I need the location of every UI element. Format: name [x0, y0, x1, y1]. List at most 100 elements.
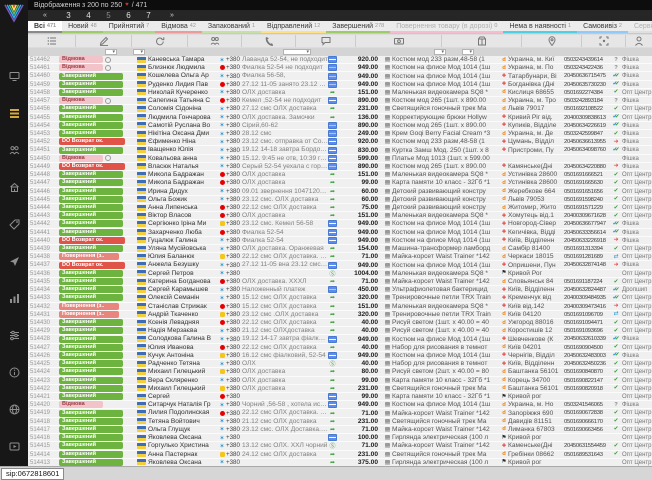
sidebar-item-web[interactable] [9, 404, 20, 415]
order-row[interactable]: 514421 Завершений Сергей +380 99.00 Карт… [28, 393, 652, 401]
sidebar-item-mailing[interactable] [9, 256, 20, 267]
order-row[interactable]: 514448 Завершений Микола Бадражан +380 О… [28, 171, 652, 179]
order-row[interactable]: 514429 Завершений Надія Мерзаєва ✶+380 2… [28, 327, 652, 335]
product-text: Платье Мод 1013 (1шт. x 599.00 [392, 155, 500, 162]
operator-icon [218, 81, 226, 88]
order-row[interactable]: 514417 Завершений Ольга Глущук ✶+380 23.… [28, 426, 652, 434]
order-row[interactable]: 514425 Завершений Радченко Тетяна ✶+380 … [28, 360, 652, 368]
display-range[interactable]: Відображення з 200 по 250 [34, 2, 122, 9]
comment-filter-input[interactable]: ▾ [283, 49, 311, 55]
order-row[interactable]: 514462 Відмова Каневська Тамара ✶+380 Ла… [28, 56, 652, 64]
tab-services[interactable]: Сервіси0 [628, 21, 652, 33]
column-header-client[interactable] [188, 35, 242, 47]
order-row[interactable]: 514461 Відмова Близнюк Людмила +380 Фиал… [28, 64, 652, 72]
country-filter-dropdown[interactable]: ▾ [133, 49, 145, 55]
column-header-phone[interactable] [242, 35, 296, 47]
order-row[interactable]: 514423 Завершений Вера Скляренко ✶+380 О… [28, 377, 652, 385]
sidebar-item-reports[interactable] [9, 293, 20, 304]
order-row[interactable]: 514455 Завершений Людмила Гончарова ✶+38… [28, 114, 652, 122]
tab-accepted[interactable]: Прийнятий7 [103, 21, 156, 33]
column-header-comment[interactable] [296, 35, 356, 47]
order-row[interactable]: 514418 Завершений Тетяна Войтович ✶+380 … [28, 418, 652, 426]
order-row[interactable]: 514451 Завершений Іващенко Юлія ✶+380 19… [28, 146, 652, 154]
order-row[interactable]: 514446 Завершений Ирина Дидух ✶+380 09.0… [28, 188, 652, 196]
tab-new[interactable]: Новий48 [62, 21, 103, 33]
page-button-7[interactable]: 7 [142, 11, 155, 20]
order-row[interactable]: 514453 Завершений Нікітіна Оксана Дми ✶+… [28, 130, 652, 138]
tab-sent[interactable]: Відправлений12 [261, 21, 326, 33]
order-row[interactable]: 514419 Завершений Лилия Подолинская +380… [28, 409, 652, 417]
order-row[interactable]: 514435 Завершений Катерина Богданова +38… [28, 278, 652, 286]
order-row[interactable]: 514416 Завершений Яковлева Оксана ✶+380 … [28, 434, 652, 442]
product-filter-dropdown[interactable]: ▾ [434, 49, 446, 55]
ukraine-flag-icon [137, 303, 146, 309]
order-row[interactable]: 514460 Завершений Кошелева Ольга Ар ✶+38… [28, 72, 652, 80]
tab-all[interactable]: Всі471 [28, 21, 62, 33]
sidebar-item-dashboard[interactable] [9, 71, 20, 82]
order-row[interactable]: 514439 Завершений Уляна Мусійовська ✶+38… [28, 245, 652, 253]
order-row[interactable]: 514437 DO Возврат ок. Анжела Безушку ✶+3… [28, 261, 652, 269]
sidebar-item-orders[interactable] [9, 108, 20, 119]
order-row[interactable]: 514420 Відмова Ситарчук Наталія Гр ✶+380… [28, 401, 652, 409]
sidebar-item-tags[interactable] [9, 219, 20, 230]
last-page-button[interactable]: » [163, 12, 181, 19]
column-header-product[interactable] [442, 35, 522, 47]
order-row[interactable]: 514428 Завершений Солодкова Галина В ✶+3… [28, 335, 652, 343]
column-header-manager[interactable] [626, 35, 652, 47]
order-row[interactable]: 514415 Завершений Горгулько Христина ✶+3… [28, 442, 652, 450]
address-filter-dropdown[interactable]: ▾ [462, 49, 474, 55]
column-header-status[interactable] [28, 35, 76, 47]
order-row[interactable]: 514450 Відмова Ковальова анна ✶+380 15.1… [28, 155, 652, 163]
first-page-button[interactable]: « [36, 12, 54, 19]
sidebar-item-settings[interactable] [9, 330, 20, 341]
order-row[interactable]: 514430 Завершений Ксенія Левадняя +380 2… [28, 319, 652, 327]
column-header-edit[interactable] [76, 35, 132, 47]
order-row[interactable]: 514422 Завершений Михаил Гилецький +380 … [28, 385, 652, 393]
order-row[interactable]: 514432 Повернення (з.. Станіслав Стрижак… [28, 303, 652, 311]
page-button-5[interactable]: 5 [102, 11, 115, 20]
column-header-refresh[interactable] [132, 35, 188, 47]
tab-return-in-transit[interactable]: Повернення товару (в дорозі)0 [390, 21, 503, 33]
order-row[interactable]: 514440 DO Возврат ок. Гуцалюк Галина ✶+3… [28, 237, 652, 245]
order-row[interactable]: 514427 Завершений Юлия Иванова +380 22.1… [28, 344, 652, 352]
order-row[interactable]: 514426 Завершений Кучук Антоніна +380 16… [28, 352, 652, 360]
order-row[interactable]: 514445 Завершений Ольга Божик ✶+380 23.1… [28, 196, 652, 204]
order-row[interactable]: 514441 Завершений Захарченко Люба +380 Ф… [28, 229, 652, 237]
order-row[interactable]: 514454 Завершений Самотій Руслана Во ✶+3… [28, 122, 652, 130]
order-row[interactable]: 514434 Завершений Сергей Карамышев ✶+380… [28, 286, 652, 294]
tab-packed[interactable]: Запакований1 [202, 21, 261, 33]
status-filter-dropdown[interactable]: ▾ [105, 49, 117, 55]
tab-completed[interactable]: Завершений278 [326, 21, 390, 33]
order-row[interactable]: 514424 Завершений Михаил Гилецький +380 … [28, 368, 652, 376]
order-row[interactable]: 514449 DO Возврат ок. Власюк Наталья ✶+3… [28, 163, 652, 171]
order-row[interactable]: 514447 Завершений Микола Бадражан +380 О… [28, 179, 652, 187]
sidebar-item-company[interactable] [9, 182, 20, 193]
column-header-address[interactable] [522, 35, 582, 47]
column-header-ttn[interactable] [582, 35, 626, 47]
order-row[interactable]: 514433 Завершений Олексій Семанін ✶+380 … [28, 294, 652, 302]
ttn-status-icon: ✔ [610, 377, 622, 384]
sidebar-item-info[interactable] [9, 367, 20, 378]
order-row[interactable]: 514414 Завершений Анна Пастернак +380 24… [28, 451, 652, 459]
app-logo[interactable] [0, 1, 28, 25]
tab-declined[interactable]: Відмова42 [155, 21, 202, 33]
order-row[interactable]: 514444 Завершений Анна Липенська +380 22… [28, 204, 652, 212]
tab-out-of-stock[interactable]: Нема в наявності1 [503, 21, 577, 33]
sidebar-item-clients[interactable] [9, 145, 20, 156]
order-row[interactable]: 514438 Повернення (з.. Юлия Баланюк +380… [28, 253, 652, 261]
page-button-3[interactable]: 3 [62, 11, 75, 20]
tab-pickup[interactable]: Самовивіз2 [577, 21, 628, 33]
column-header-payment[interactable] [356, 35, 442, 47]
order-row[interactable]: 514457 Відмова Сапегина Татьяна С +380 К… [28, 97, 652, 105]
order-row[interactable]: 514452 DO Возврат ок. Єфименко Ніна ✶+38… [28, 138, 652, 146]
order-row[interactable]: 514459 Завершений Руденко Лидия Пав +380… [28, 81, 652, 89]
page-button-4[interactable]: 4 [82, 11, 95, 20]
order-row[interactable]: 514431 Повернення (з.. Андрій Ткаченко +… [28, 311, 652, 319]
order-row[interactable]: 514458 Завершений Николай Кучеренко ✶+38… [28, 89, 652, 97]
order-row[interactable]: 514442 Завершений Сергіюнко Іріна Ми +38… [28, 220, 652, 228]
order-row[interactable]: 514443 Завершений Віктор Власов +380 ОЛХ… [28, 212, 652, 220]
sidebar-item-video[interactable] [9, 441, 20, 452]
order-row[interactable]: 514456 Завершений Соломія Сідоніна ✶+380… [28, 105, 652, 113]
page-button-6[interactable]: 6 [122, 11, 135, 20]
order-row[interactable]: 514436 Завершений Сергей Петров ✶+380 Ⓢ1… [28, 270, 652, 278]
